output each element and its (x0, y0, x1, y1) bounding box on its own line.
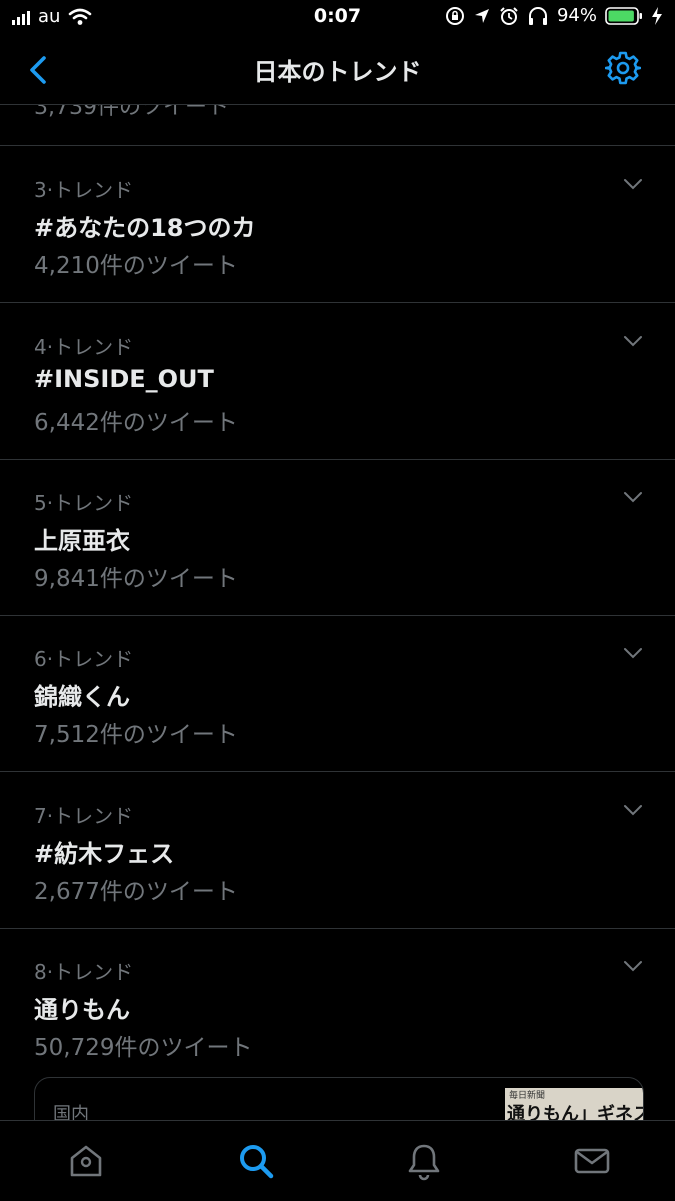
chevron-down-icon[interactable] (623, 960, 643, 972)
trend-rank: 8·トレンド (34, 960, 134, 984)
trend-tweet-count: 9,841件のツイート (34, 566, 238, 592)
trend-name: #あなたの18つのカ (34, 214, 256, 242)
status-bar-right: 94% (445, 5, 663, 26)
search-icon[interactable] (236, 1141, 276, 1181)
headphones-icon (528, 6, 547, 25)
notifications-icon[interactable] (404, 1141, 444, 1181)
trend-tweet-count: 7,512件のツイート (34, 722, 238, 748)
chevron-down-icon[interactable] (623, 491, 643, 503)
home-icon[interactable] (66, 1141, 106, 1181)
trend-name: #紡木フェス (34, 840, 175, 868)
trend-item[interactable]: 4·トレンド #INSIDE_OUT 6,442件のツイート (0, 303, 675, 460)
trend-name: #INSIDE_OUT (34, 365, 214, 393)
trend-item[interactable]: 8·トレンド 通りもん 50,729件のツイート (0, 928, 675, 1084)
rotation-lock-icon (445, 6, 464, 25)
trend-tweet-count: 4,210件のツイート (34, 253, 238, 279)
status-bar: au 0:07 94% (0, 0, 675, 36)
news-thumbnail-headline: 通りもん」ギネス世界 (507, 1104, 643, 1120)
trend-name: 通りもん (34, 996, 130, 1024)
location-arrow-icon (474, 8, 489, 23)
trend-rank: 3·トレンド (34, 178, 134, 202)
tab-bar (0, 1120, 675, 1201)
news-card[interactable]: 国内 毎日新聞 通りもん」ギネス世界 (34, 1077, 644, 1120)
trend-item[interactable]: 7·トレンド #紡木フェス 2,677件のツイート (0, 772, 675, 929)
trend-item[interactable]: 6·トレンド 錦織くん 7,512件のツイート (0, 615, 675, 772)
trend-name: 錦織くん (34, 683, 130, 711)
nav-header: 日本のトレンド (0, 36, 675, 105)
chevron-down-icon[interactable] (623, 178, 643, 190)
trend-item[interactable]: 3·トレンド #あなたの18つのカ 4,210件のツイート (0, 146, 675, 303)
alarm-icon (500, 6, 518, 25)
chevron-down-icon[interactable] (623, 335, 643, 347)
trend-name: 上原亜衣 (34, 527, 130, 555)
trend-rank: 7·トレンド (34, 804, 134, 828)
gear-icon[interactable] (605, 50, 641, 86)
messages-icon[interactable] (572, 1141, 612, 1181)
trend-item[interactable]: 5·トレンド 上原亜衣 9,841件のツイート (0, 459, 675, 616)
trend-rank: 4·トレンド (34, 335, 134, 359)
trend-tweet-count: 50,729件のツイート (34, 1035, 253, 1061)
trend-rank: 5·トレンド (34, 491, 134, 515)
charging-bolt-icon (652, 6, 662, 25)
chevron-down-icon[interactable] (623, 804, 643, 816)
chevron-down-icon[interactable] (623, 647, 643, 659)
page-title: 日本のトレンド (253, 58, 422, 86)
news-thumbnail: 毎日新聞 通りもん」ギネス世界 (505, 1088, 643, 1120)
partial-trend-count: 3,739件のツイート (34, 105, 229, 120)
trend-list: 3,739件のツイート 3·トレンド #あなたの18つのカ 4,210件のツイー… (0, 105, 675, 1120)
battery-icon (605, 6, 642, 25)
battery-percent: 94% (556, 5, 597, 26)
trend-tweet-count: 6,442件のツイート (34, 410, 238, 436)
news-card-category: 国内 (53, 1104, 89, 1120)
trend-rank: 6·トレンド (34, 647, 134, 671)
trend-tweet-count: 2,677件のツイート (34, 879, 238, 905)
